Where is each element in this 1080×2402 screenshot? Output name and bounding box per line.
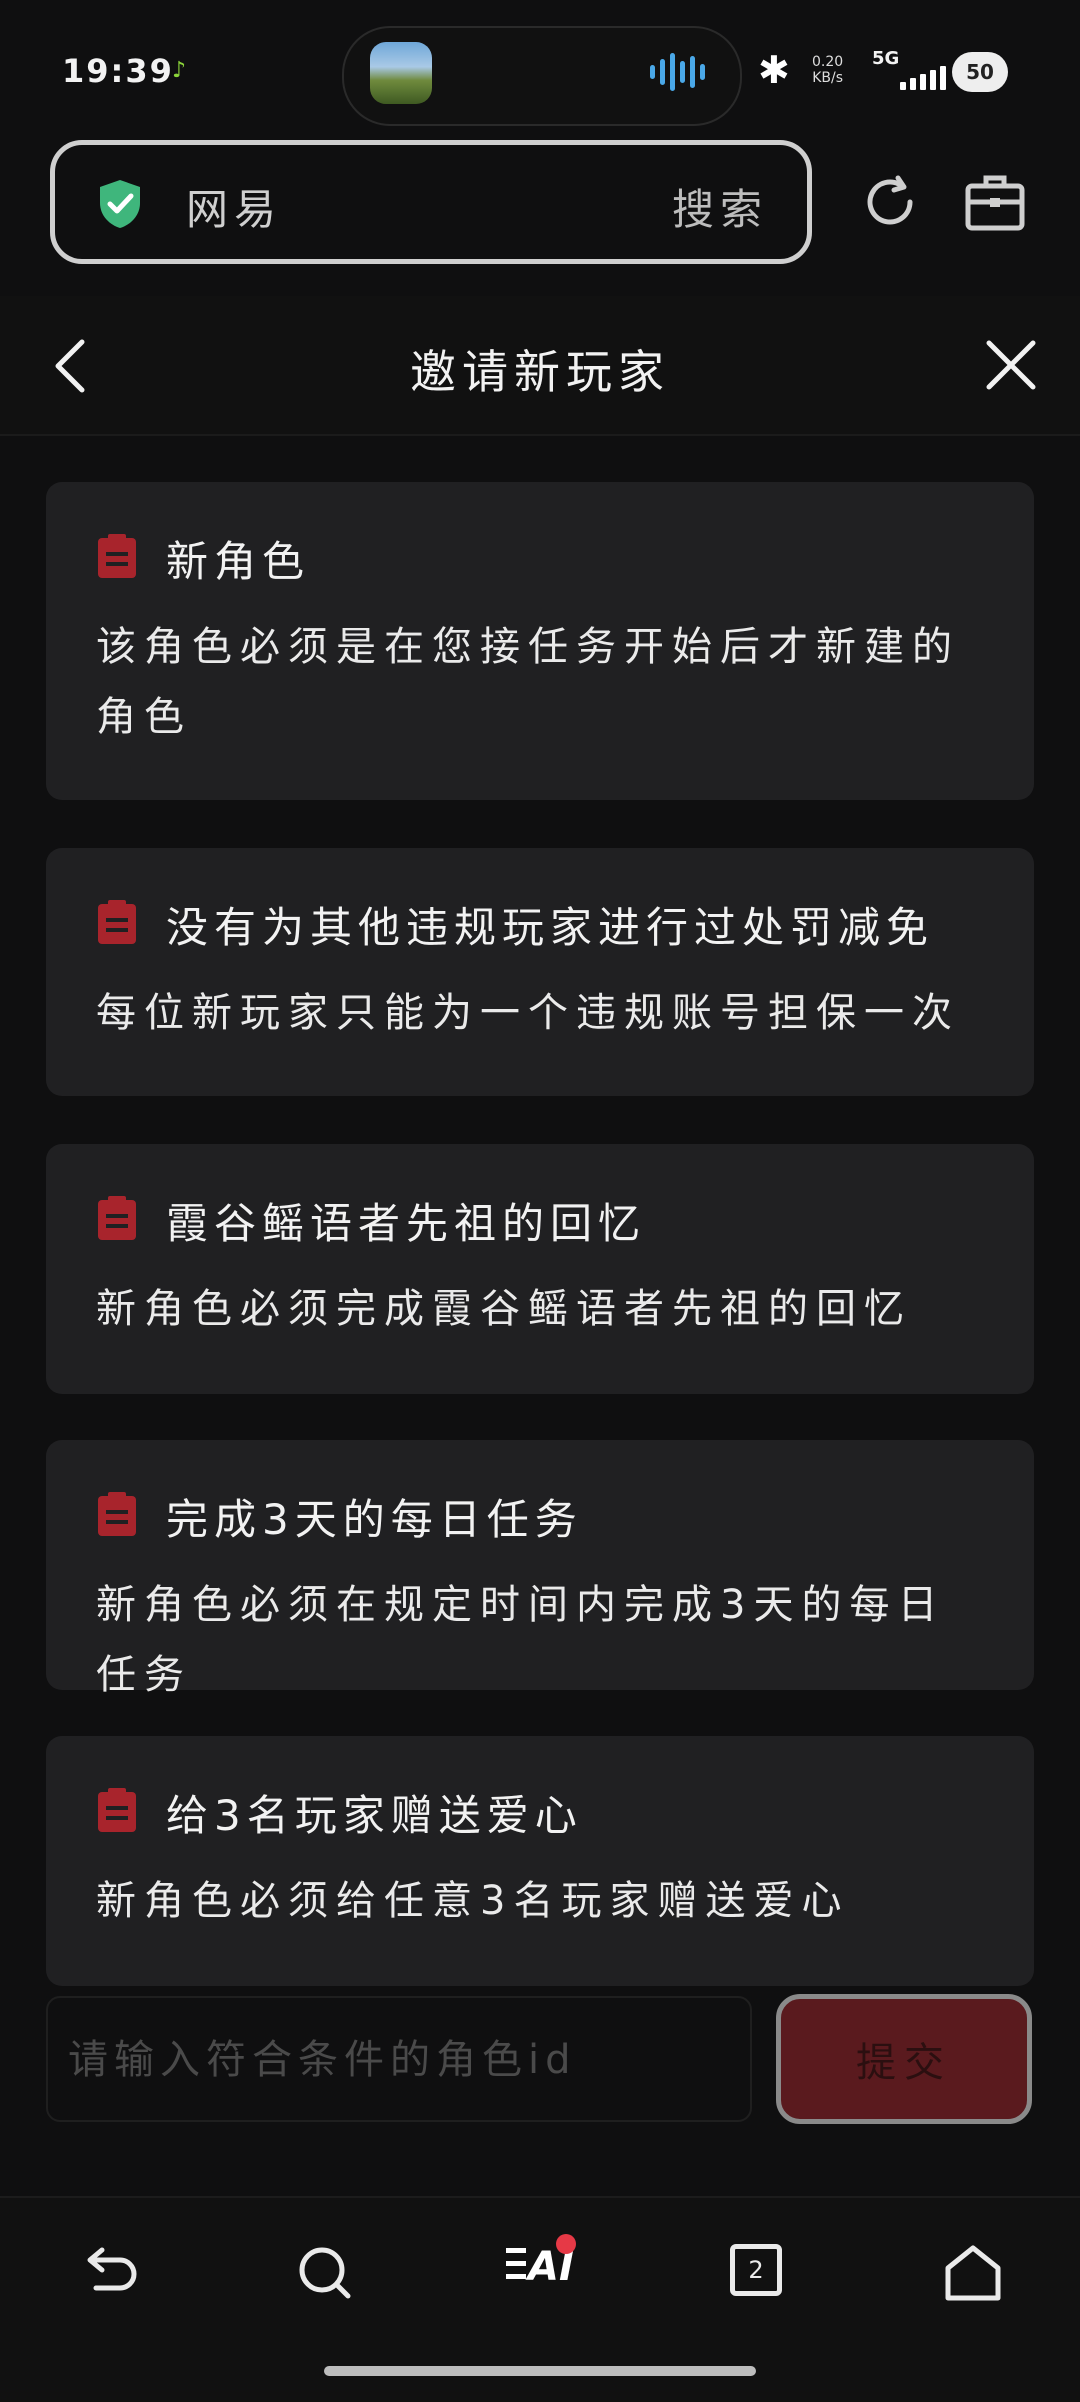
- tabs-button[interactable]: 2: [730, 2244, 782, 2296]
- reload-icon[interactable]: [858, 170, 922, 234]
- requirement-card: 没有为其他违规玩家进行过处罚减免 每位新玩家只能为一个违规账号担保一次: [46, 848, 1034, 1096]
- requirement-description: 每位新玩家只能为一个违规账号担保一次: [96, 990, 960, 1036]
- address-text[interactable]: 网易: [186, 176, 282, 237]
- requirement-title: 霞谷鳐语者先祖的回忆: [166, 1199, 647, 1248]
- requirement-title: 完成3天的每日任务: [166, 1495, 583, 1544]
- status-time: 19:39: [62, 52, 174, 90]
- page-title: 邀请新玩家: [410, 345, 670, 399]
- bluetooth-icon: ✱: [758, 48, 790, 92]
- search-button[interactable]: 搜索: [672, 176, 768, 237]
- network-speed: 0.20 KB/s: [812, 54, 843, 86]
- music-indicator-icon: ♪: [172, 58, 187, 83]
- requirement-description: 该角色必须是在您接任务开始后才新建的角色: [96, 624, 960, 740]
- home-indicator[interactable]: [324, 2366, 756, 2376]
- requirement-card: 新角色 该角色必须是在您接任务开始后才新建的角色: [46, 482, 1034, 800]
- network-speed-unit: KB/s: [812, 70, 843, 86]
- requirement-title: 新角色: [166, 537, 311, 586]
- submit-button[interactable]: 提交: [776, 1994, 1032, 2124]
- requirement-description: 新角色必须给任意3名玩家赠送爱心: [96, 1878, 850, 1924]
- network-type-label: 5G: [872, 48, 900, 69]
- role-id-input[interactable]: [66, 1998, 730, 2122]
- home-icon[interactable]: [940, 2240, 1006, 2306]
- clipboard-icon: [98, 534, 136, 578]
- signal-strength-icon: [900, 66, 946, 90]
- search-icon[interactable]: [292, 2240, 358, 2306]
- audio-wave-icon: [650, 52, 710, 92]
- requirement-description: 新角色必须完成霞谷鳐语者先祖的回忆: [96, 1286, 912, 1332]
- role-id-input-container: [46, 1996, 752, 2122]
- requirement-card: 霞谷鳐语者先祖的回忆 新角色必须完成霞谷鳐语者先祖的回忆: [46, 1144, 1034, 1394]
- requirement-card: 给3名玩家赠送爱心 新角色必须给任意3名玩家赠送爱心: [46, 1736, 1034, 1986]
- close-icon[interactable]: [984, 338, 1038, 392]
- clipboard-icon: [98, 900, 136, 944]
- media-thumbnail[interactable]: [370, 42, 432, 104]
- requirement-title: 给3名玩家赠送爱心: [166, 1791, 583, 1840]
- toolbox-icon[interactable]: [964, 172, 1026, 232]
- network-speed-value: 0.20: [812, 54, 844, 70]
- notification-dot: [556, 2234, 576, 2254]
- clipboard-icon: [98, 1492, 136, 1536]
- clipboard-icon: [98, 1788, 136, 1832]
- clipboard-icon: [98, 1196, 136, 1240]
- requirement-card: 完成3天的每日任务 新角色必须在规定时间内完成3天的每日任务: [46, 1440, 1034, 1698]
- security-shield-icon: [100, 180, 140, 228]
- requirement-description: 新角色必须在规定时间内完成3天的每日任务: [96, 1582, 946, 1698]
- battery-indicator: 50: [952, 52, 1008, 92]
- requirement-title: 没有为其他违规玩家进行过处罚减免: [166, 903, 935, 952]
- ai-assistant-button[interactable]: AI: [506, 2234, 582, 2302]
- back-nav-icon[interactable]: [76, 2240, 142, 2306]
